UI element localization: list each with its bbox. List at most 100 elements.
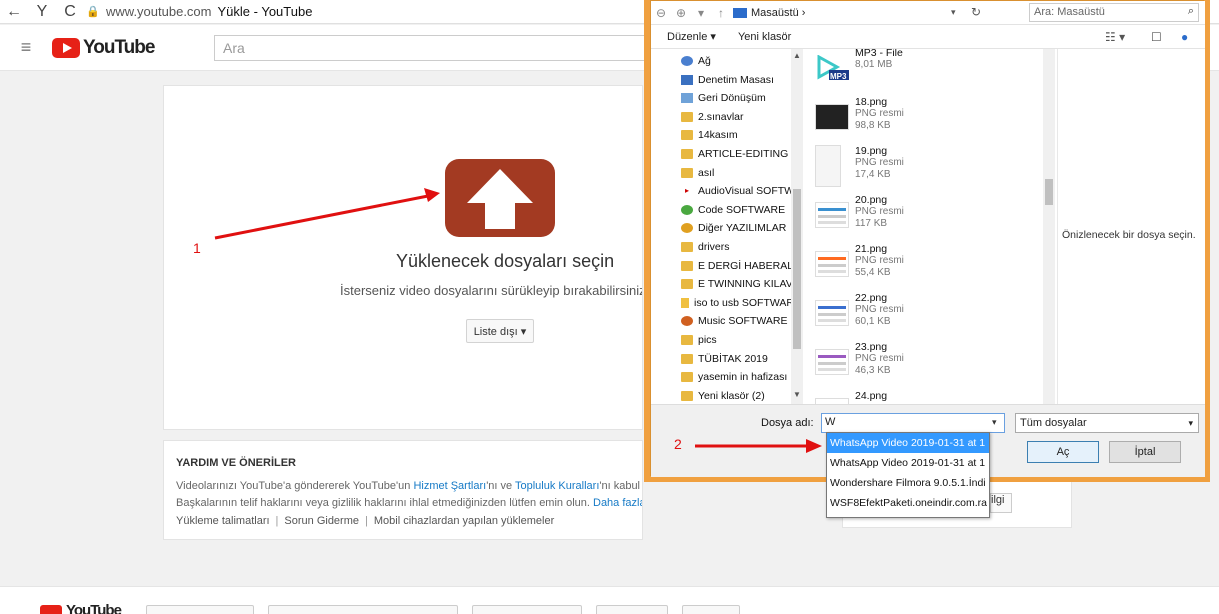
dialog-body: ⊖ ⊕ ▾ ↑ Masaüstü › ▾ ↻ Ara: Masaüstü ⌕ D… <box>650 0 1205 477</box>
nav-item[interactable]: iso to usb SOFTWARE <box>681 295 801 311</box>
autocomplete-item[interactable]: WhatsApp Video 2019-01-31 at 1 <box>827 433 989 453</box>
upload-icon[interactable] <box>445 159 555 237</box>
filename-dropdown-icon[interactable]: ▾ <box>992 417 997 428</box>
nav-item[interactable]: TÜBİTAK 2019 <box>681 351 801 367</box>
file-item[interactable]: 20.png PNG resmi 117 KB <box>809 194 1039 242</box>
nav-item[interactable]: ARTICLE-EDITING <box>681 146 801 162</box>
new-folder-button[interactable]: Yeni klasör <box>738 31 791 43</box>
footer-button[interactable] <box>596 605 668 614</box>
help-icon[interactable]: ● <box>1181 30 1188 44</box>
folder-icon <box>681 130 693 141</box>
file-type: PNG resmi <box>855 206 904 217</box>
side-info-button[interactable]: ilgi <box>990 493 1012 513</box>
file-item[interactable]: 21.png PNG resmi 55,4 KB <box>809 243 1039 291</box>
guidelines-link[interactable]: Topluluk Kuralları <box>515 480 599 492</box>
file-type: PNG resmi <box>855 255 904 266</box>
dialog-up-icon[interactable]: ↑ <box>711 6 731 20</box>
nav-item[interactable]: Geri Dönüşüm <box>681 90 801 106</box>
file-item[interactable]: 18.png PNG resmi 98,8 KB <box>809 96 1039 144</box>
file-size: 8,01 MB <box>855 59 893 70</box>
autocomplete-item[interactable]: Wondershare Filmora 9.0.5.1.İndi <box>827 473 989 493</box>
filetype-value: Tüm dosyalar <box>1020 417 1087 429</box>
dialog-search-input[interactable]: Ara: Masaüstü ⌕ <box>1029 3 1199 22</box>
nav-item[interactable]: 14kasım <box>681 127 801 143</box>
privacy-dropdown[interactable]: Liste dışı ▾ <box>466 319 534 343</box>
back-button[interactable]: ← <box>0 3 28 21</box>
nav-item[interactable]: E TWINNING KILAVUZ <box>681 276 801 292</box>
image-thumbnail-icon <box>815 202 849 228</box>
bin-icon <box>681 93 693 104</box>
view-options-icon[interactable]: ☷ ▾ <box>1105 30 1125 44</box>
address-dropdown-icon[interactable]: ▾ <box>951 7 956 18</box>
footer: YouTube <box>0 586 1219 614</box>
nav-item[interactable]: Yeni klasör (2) <box>681 388 801 404</box>
preview-text: Önizlenecek bir dosya seçin. <box>1062 229 1196 241</box>
footer-button[interactable] <box>682 605 740 614</box>
nav-item-label: Yeni klasör (2) <box>698 389 765 402</box>
nav-scrollbar[interactable]: ▲ ▼ <box>791 49 803 404</box>
nav-item[interactable]: ▸ AudioVisual SOFTWARE <box>681 183 801 199</box>
nav-item[interactable]: drivers <box>681 239 801 255</box>
file-item[interactable]: 19.png PNG resmi 17,4 KB <box>809 145 1039 193</box>
nav-item[interactable]: Denetim Masası <box>681 72 801 88</box>
file-scroll-thumb[interactable] <box>1045 179 1053 205</box>
dialog-forward-icon[interactable]: ⊕ <box>671 6 691 20</box>
footer-button[interactable] <box>268 605 458 614</box>
scroll-up-icon[interactable]: ▲ <box>793 51 801 60</box>
nav-scroll-thumb[interactable] <box>793 189 801 349</box>
refresh-icon[interactable]: ↻ <box>971 5 981 19</box>
file-name: 24.png <box>855 390 888 402</box>
folder-icon <box>681 242 693 252</box>
learn-more-link[interactable]: Daha fazla bilgi edinin <box>593 497 642 509</box>
nav-item[interactable]: Code SOFTWARE <box>681 202 801 218</box>
upload-card: Yüklenecek dosyaları seçin İsterseniz vi… <box>163 85 643 430</box>
file-item[interactable]: 24.png <box>809 390 1039 404</box>
cancel-button[interactable]: İptal <box>1109 441 1181 463</box>
menu-icon[interactable]: ≡ <box>8 37 44 58</box>
terms-link[interactable]: Hizmet Şartları <box>413 480 486 492</box>
nav-item[interactable]: pics <box>681 332 801 348</box>
file-name: 21.png <box>855 243 888 255</box>
nav-item[interactable]: Diğer YAZILIMLAR <box>681 220 801 236</box>
forward-button[interactable]: Y <box>28 3 56 21</box>
help-links: Yükleme talimatları | Sorun Giderme | Mobil … <box>176 515 555 527</box>
organize-button[interactable]: Düzenle ▾ <box>667 30 716 43</box>
nav-item-label: Diğer YAZILIMLAR <box>698 222 787 235</box>
file-item[interactable]: 22.png PNG resmi 60,1 KB <box>809 292 1039 340</box>
reload-button[interactable]: C <box>56 3 84 21</box>
file-item[interactable]: 23.png PNG resmi 46,3 KB <box>809 341 1039 389</box>
footer-button[interactable] <box>472 605 582 614</box>
upload-instructions-link[interactable]: Yükleme talimatları <box>176 515 270 527</box>
dialog-back-icon[interactable]: ⊖ <box>651 6 671 20</box>
dialog-history-icon[interactable]: ▾ <box>691 6 711 20</box>
nav-item[interactable]: Music SOFTWARE <box>681 313 801 329</box>
folder-icon <box>681 260 693 271</box>
scroll-down-icon[interactable]: ▼ <box>793 390 801 399</box>
troubleshooting-link[interactable]: Sorun Giderme <box>284 515 359 527</box>
address-bar[interactable]: www.youtube.com Yükle - YouTube <box>106 4 312 19</box>
footer-button[interactable] <box>146 605 254 614</box>
youtube-logo[interactable]: YouTube <box>52 37 155 59</box>
autocomplete-item[interactable]: WhatsApp Video 2019-01-31 at 1 <box>827 453 989 473</box>
autocomplete-item[interactable]: WSF8EfektPaketi.oneindir.com.ra <box>827 493 989 513</box>
help-card: YARDIM VE ÖNERİLER Videolarınızı YouTube… <box>163 440 643 540</box>
nav-item-label: Geri Dönüşüm <box>698 92 766 105</box>
file-name: 20.png <box>855 194 888 206</box>
nav-item[interactable]: yasemin in hafizası <box>681 369 801 385</box>
nav-item[interactable]: asıl <box>681 165 801 181</box>
open-button[interactable]: Aç <box>1027 441 1099 463</box>
lock-icon: 🔒 <box>86 6 100 18</box>
file-scrollbar[interactable] <box>1043 49 1055 404</box>
preview-pane-icon[interactable]: ☐ <box>1151 30 1162 44</box>
search-input[interactable]: Ara <box>214 35 654 61</box>
nav-item[interactable]: 2.sınavlar <box>681 109 801 125</box>
nav-item[interactable]: Ağ <box>681 53 801 69</box>
mobile-upload-link[interactable]: Mobil cihazlardan yapılan yüklemeler <box>374 515 554 527</box>
image-thumbnail-icon <box>815 145 841 187</box>
dialog-address[interactable]: Masaüstü › <box>733 4 983 22</box>
nav-item[interactable]: E DERGİ HABERALTI <box>681 258 801 274</box>
filename-input[interactable]: W <box>821 413 1005 433</box>
filetype-select[interactable]: Tüm dosyalar ▾ <box>1015 413 1199 433</box>
file-item[interactable]: MP3 MP3 - File 8,01 MB <box>809 49 1039 95</box>
nav-item-label: Music SOFTWARE <box>698 315 788 328</box>
